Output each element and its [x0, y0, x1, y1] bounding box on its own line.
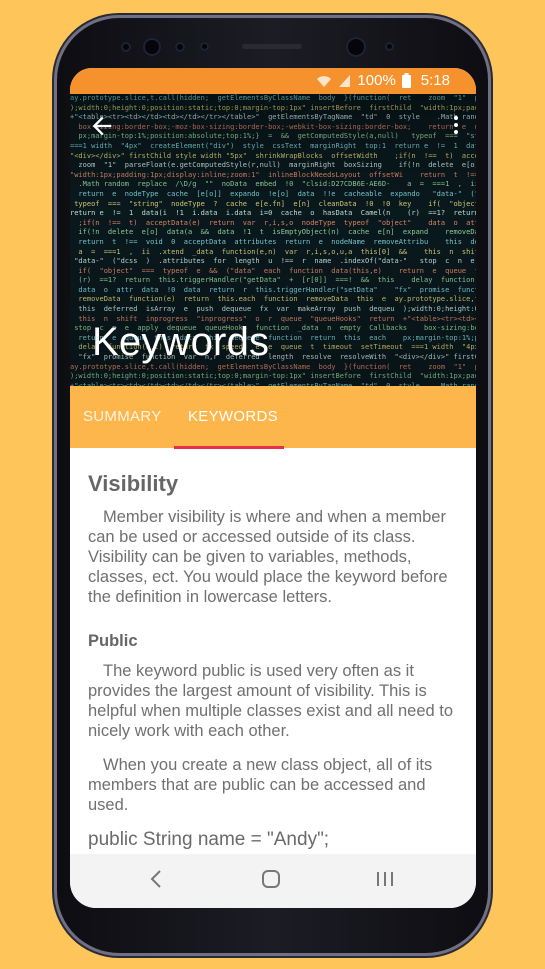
back-arrow-icon[interactable] [88, 112, 116, 140]
code-example: public String name = "Andy"; [88, 829, 330, 850]
recents-icon[interactable] [375, 868, 395, 890]
more-options-icon[interactable] [450, 114, 462, 138]
signal-icon [339, 74, 351, 87]
iris-scanner-icon [143, 38, 161, 56]
wifi-icon [317, 75, 332, 87]
front-sensor-icon [385, 42, 394, 51]
back-icon[interactable] [149, 868, 163, 890]
tab-keywords[interactable]: KEYWORDS [188, 408, 278, 425]
subsection-heading: Public [88, 632, 138, 650]
page-title: Keywords [92, 320, 270, 364]
front-camera-icon [346, 37, 366, 57]
system-nav-bar [70, 854, 476, 908]
sensor-icon [121, 42, 131, 52]
public-paragraph-2: When you create a new class object, all … [88, 756, 433, 814]
sensor-dot-icon [200, 42, 209, 51]
proximity-sensor-icon [175, 42, 185, 52]
intro-paragraph: Member visibility is where and when a me… [88, 508, 448, 606]
tab-summary[interactable]: SUMMARY [83, 408, 162, 425]
app-screen: 100% 5:18 ay.prototype.slice,t.call(hidd… [70, 68, 476, 908]
battery-icon [401, 73, 411, 88]
clock: 5:18 [420, 72, 450, 89]
tab-bar: SUMMARY KEYWORDS [70, 386, 476, 448]
home-icon[interactable] [261, 868, 281, 890]
status-bar: 100% 5:18 [70, 68, 476, 94]
section-heading: Visibility [88, 471, 179, 496]
speaker-grille [242, 44, 302, 49]
battery-percent: 100% [357, 72, 396, 89]
public-paragraph-1: The keyword public is used very often as… [88, 662, 454, 740]
content-scroll-area[interactable]: Visibility Member visibility is where an… [70, 449, 476, 854]
